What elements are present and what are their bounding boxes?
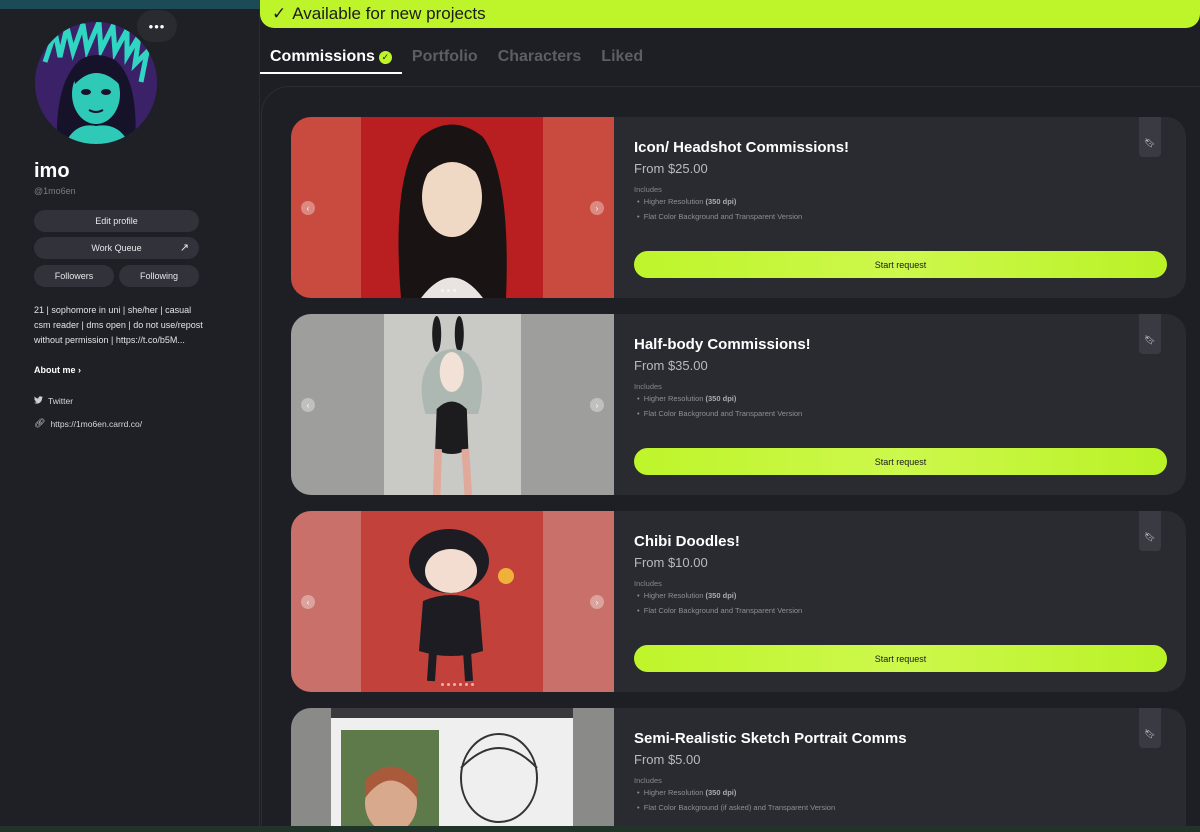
carousel-next-button[interactable]: › (590, 201, 604, 215)
followers-label: Followers (54, 271, 94, 281)
bottom-strip (0, 826, 1200, 832)
profile-bio: 21 | sophomore in uni | she/her | casual… (34, 305, 203, 345)
availability-text: Available for new projects (292, 4, 486, 23)
commission-artwork (331, 708, 573, 832)
card-image-carousel[interactable] (291, 708, 614, 832)
includes-heading: Includes (634, 776, 662, 785)
carousel-dots (441, 683, 474, 686)
profile-sidebar: ••• imo @1mo6en Edit profile Work Queue … (0, 0, 260, 832)
external-arrow-icon: ↗ (179, 242, 189, 254)
followers-button[interactable]: Followers (34, 265, 114, 287)
card-title: Icon/ Headshot Commissions! (634, 139, 850, 156)
bookmark-button[interactable]: 🔖︎ (1139, 708, 1161, 748)
twitter-label: Twitter (48, 396, 74, 406)
carousel-prev-button[interactable]: ‹ (301, 201, 315, 215)
carousel-prev-button[interactable]: ‹ (301, 398, 315, 412)
tab-characters[interactable]: Characters (488, 44, 592, 74)
card-price: From $5.00 (634, 752, 701, 767)
include-item: • Higher Resolution (350 dpi) (637, 591, 737, 600)
include-item: • Higher Resolution (350 dpi) (637, 394, 737, 403)
sidebar-top-strip (0, 0, 260, 9)
commission-artwork (361, 117, 543, 298)
commission-artwork (384, 314, 521, 495)
card-price: From $10.00 (634, 555, 708, 570)
start-request-button[interactable]: Start request (634, 645, 1167, 672)
commission-card: ‹ › Chibi Doodles! From $10.00 Includes … (291, 511, 1186, 692)
card-title: Semi-Realistic Sketch Portrait Comms (634, 730, 907, 747)
commission-card: ‹ › Half-body Commissions! From $35.00 I… (291, 314, 1186, 495)
website-link[interactable]: 🔗︎ https://1mo6en.carrd.co/ (34, 418, 142, 429)
commission-artwork (361, 511, 543, 692)
tab-commissions-label: Commissions (270, 48, 375, 65)
tab-liked-label: Liked (601, 48, 644, 65)
include-item: • Flat Color Background and Transparent … (637, 212, 803, 221)
includes-heading: Includes (634, 185, 662, 194)
commission-card: Semi-Realistic Sketch Portrait Comms Fro… (291, 708, 1186, 832)
bookmark-icon: 🔖︎ (1144, 729, 1156, 739)
commission-card: ‹ › Icon/ Headshot Commissions! From $25… (291, 117, 1186, 298)
profile-name: imo (34, 160, 70, 182)
bookmark-button[interactable]: 🔖︎ (1139, 511, 1161, 551)
bookmark-icon: 🔖︎ (1144, 138, 1156, 148)
avatar[interactable] (35, 22, 157, 144)
carousel-next-button[interactable]: › (590, 595, 604, 609)
include-item: • Flat Color Background (if asked) and T… (637, 803, 836, 812)
include-item: • Flat Color Background and Transparent … (637, 409, 803, 418)
edit-profile-button[interactable]: Edit profile (34, 210, 199, 232)
more-icon: ••• (148, 18, 166, 34)
card-title: Half-body Commissions! (634, 336, 811, 353)
edit-profile-label: Edit profile (95, 216, 138, 226)
twitter-icon (34, 396, 43, 406)
profile-tabs: Commissions ✓ Portfolio Characters Liked (260, 44, 653, 76)
bookmark-button[interactable]: 🔖︎ (1139, 117, 1161, 157)
bookmark-icon: 🔖︎ (1144, 532, 1156, 542)
carousel-prev-button[interactable]: ‹ (301, 595, 315, 609)
carousel-next-button[interactable]: › (590, 398, 604, 412)
bookmark-icon: 🔖︎ (1144, 335, 1156, 345)
page-root: ••• imo @1mo6en Edit profile Work Queue … (0, 0, 1200, 832)
include-item: • Flat Color Background and Transparent … (637, 606, 803, 615)
include-item: • Higher Resolution (350 dpi) (637, 788, 737, 797)
tab-liked[interactable]: Liked (591, 44, 653, 74)
card-title: Chibi Doodles! (634, 533, 740, 550)
check-icon: ✓ (272, 4, 287, 23)
start-request-button[interactable]: Start request (634, 448, 1167, 475)
includes-heading: Includes (634, 382, 662, 391)
start-request-button[interactable]: Start request (634, 251, 1167, 278)
bookmark-button[interactable]: 🔖︎ (1139, 314, 1161, 354)
card-image-carousel[interactable]: ‹ › (291, 314, 614, 495)
tab-portfolio-label: Portfolio (411, 48, 478, 65)
tab-commissions[interactable]: Commissions ✓ (260, 44, 402, 74)
more-options-button[interactable]: ••• (137, 10, 177, 42)
card-price: From $25.00 (634, 161, 708, 176)
link-icon: 🔗︎ (34, 418, 46, 428)
following-label: Following (139, 271, 179, 281)
profile-handle: @1mo6en (34, 186, 76, 196)
twitter-link[interactable]: Twitter (34, 396, 73, 406)
about-me-link[interactable]: About me › (34, 365, 81, 375)
availability-banner: ✓ Available for new projects (260, 0, 1200, 28)
carousel-dots (441, 289, 456, 292)
card-price: From $35.00 (634, 358, 708, 373)
work-queue-label: Work Queue (91, 243, 142, 253)
verified-check-icon: ✓ (378, 51, 392, 64)
avatar-illustration (35, 22, 157, 144)
include-item: • Higher Resolution (350 dpi) (637, 197, 737, 206)
website-label: https://1mo6en.carrd.co/ (50, 418, 143, 429)
card-image-carousel[interactable]: ‹ › (291, 117, 614, 298)
includes-heading: Includes (634, 579, 662, 588)
work-queue-button[interactable]: Work Queue ↗ (34, 237, 199, 259)
tab-characters-label: Characters (497, 48, 582, 65)
following-button[interactable]: Following (119, 265, 199, 287)
card-image-carousel[interactable]: ‹ › (291, 511, 614, 692)
tab-portfolio[interactable]: Portfolio (402, 44, 488, 74)
